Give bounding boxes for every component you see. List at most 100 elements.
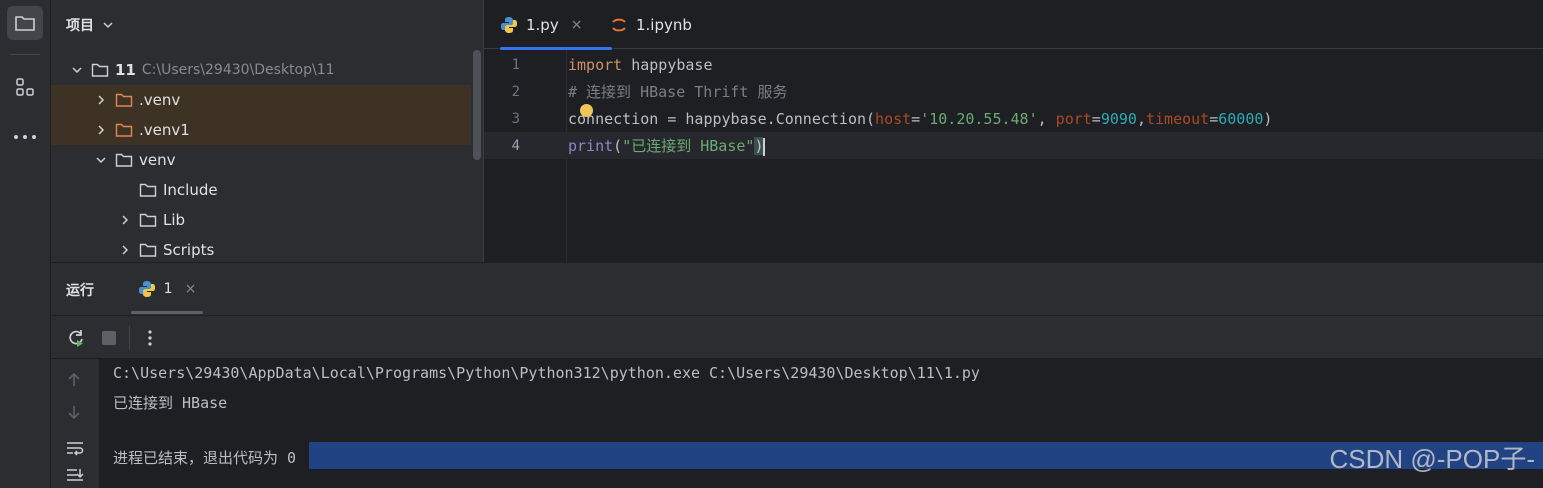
project-tool-button[interactable] [7,6,43,40]
tree-item-label: 11 [115,61,136,79]
separator: , [1136,109,1146,128]
toolbar-separator [129,326,130,350]
arrow-up-icon [68,372,80,386]
editor-tabs: 1.py × 1.ipynb [484,0,1543,50]
code-line-3[interactable]: 3 connection = happybase.Connection(host… [484,105,1543,132]
separator: , [1037,109,1056,128]
chevron-right-icon[interactable] [117,212,133,228]
run-tab[interactable]: 1 × [131,263,203,314]
tab-1-py[interactable]: 1.py × [500,0,612,50]
run-toolbar [51,315,1543,359]
project-header[interactable]: 项目 [51,0,483,50]
close-icon[interactable]: × [571,17,583,33]
timeout-value: 60000 [1218,109,1264,128]
module-name: happybase [622,55,713,74]
tree-item-lib[interactable]: Lib [51,205,471,235]
folder-icon [115,153,133,167]
string-literal: "已连接到 HBase" [622,137,755,155]
tree-item-path: C:\Users\29430\Desktop\11 [141,62,335,78]
watermark: CSDN @-POP子- [1329,444,1535,474]
more-icon [14,135,36,139]
tree-item-root[interactable]: 11 C:\Users\29430\Desktop\11 [51,55,471,85]
tree-item-include[interactable]: Include [51,175,471,205]
project-scrollbar[interactable] [473,50,481,160]
line-number: 2 [511,83,520,100]
scroll-down-button[interactable] [65,403,83,425]
builtin-print: print [568,137,614,155]
chevron-down-icon[interactable] [93,152,109,168]
run-title: 运行 [66,283,94,299]
structure-tool-button[interactable] [7,70,43,104]
scroll-up-button[interactable] [65,371,83,393]
tree-item-label: venv [139,151,176,169]
close-paren: ) [1263,109,1273,128]
folder-icon [91,63,109,77]
python-icon [138,280,155,297]
code-line-1[interactable]: 1 import happybase [484,51,1543,78]
run-panel: 运行 1 × C:\Users\29430\AppData\Local\Prog… [51,262,1543,488]
close-paren: ) [754,137,764,155]
vertical-dots-icon [148,330,152,346]
tab-1-ipynb[interactable]: 1.ipynb [610,0,692,49]
close-icon[interactable]: × [185,281,197,297]
param-timeout: timeout [1145,109,1210,128]
soft-wrap-icon [67,442,84,456]
folder-icon [139,213,157,227]
console-side-toolbar [51,359,99,488]
rerun-button[interactable] [64,326,88,350]
rerun-icon [69,330,83,347]
project-panel: 项目 11 C:\Users\29430\Desktop\11 .venv .v… [51,0,483,262]
soft-wrap-button[interactable] [65,439,85,461]
stop-button[interactable] [97,326,121,350]
tree-item-label: Lib [163,211,186,229]
code-area[interactable]: 1 import happybase 2 # 连接到 HBase Thrift … [484,50,1543,262]
host-value: '10.20.55.48' [920,109,1038,128]
chevron-right-icon[interactable] [93,92,109,108]
console-output[interactable]: C:\Users\29430\AppData\Local\Programs\Py… [99,359,1543,488]
arrow-down-icon [68,406,80,420]
tab-label: 1.py [526,15,559,34]
tree-item-venv[interactable]: venv [51,145,471,175]
chevron-right-icon[interactable] [117,242,133,258]
python-file-icon [501,16,517,33]
jupyter-notebook-icon [612,18,626,31]
folder-icon [15,16,35,31]
editor: 1.py × 1.ipynb 1 import happybase 2 # 连接… [483,0,1543,262]
intention-bulb-icon[interactable] [580,104,593,117]
tree-item-label: Include [163,181,218,199]
chevron-right-icon[interactable] [93,122,109,138]
code-line-2[interactable]: 2 # 连接到 HBase Thrift 服务 [484,78,1543,105]
active-run-tab-indicator [131,311,203,314]
folder-icon [115,123,133,137]
code-line-4[interactable]: 4 print("已连接到 HBase") [484,132,1543,159]
tree-item-venv-hidden[interactable]: .venv [51,85,471,115]
scroll-to-end-button[interactable] [65,467,85,488]
activity-bar [0,0,51,488]
param-host: host [875,109,912,128]
tree-item-label: .venv [139,91,181,109]
code-text: connection = happybase.Connection( [568,109,876,128]
port-value: 9090 [1100,109,1137,128]
open-paren: ( [613,137,623,155]
code-comment: # 连接到 HBase Thrift 服务 [568,83,788,101]
console-output-line: 已连接到 HBase [113,394,228,412]
chevron-down-icon[interactable] [69,62,85,78]
folder-icon [139,183,157,197]
tree-item-venv1[interactable]: .venv1 [51,115,471,145]
text-caret [763,137,766,156]
param-port: port [1055,109,1092,128]
tab-label: 1.ipynb [636,15,692,34]
console-command-line: C:\Users\29430\AppData\Local\Programs\Py… [113,364,980,382]
tree-item-label: .venv1 [139,121,190,139]
run-header: 运行 1 × [51,263,1543,314]
tree-item-label: Scripts [163,241,215,259]
chevron-down-icon [103,22,113,29]
structure-icon [16,78,34,96]
line-number: 1 [511,56,520,73]
line-number: 4 [511,137,520,154]
more-tools-button[interactable] [7,120,43,154]
tree-item-scripts[interactable]: Scripts [51,235,471,262]
scroll-to-end-icon [67,469,84,481]
more-options-button[interactable] [138,326,162,350]
line-number: 3 [511,110,520,127]
